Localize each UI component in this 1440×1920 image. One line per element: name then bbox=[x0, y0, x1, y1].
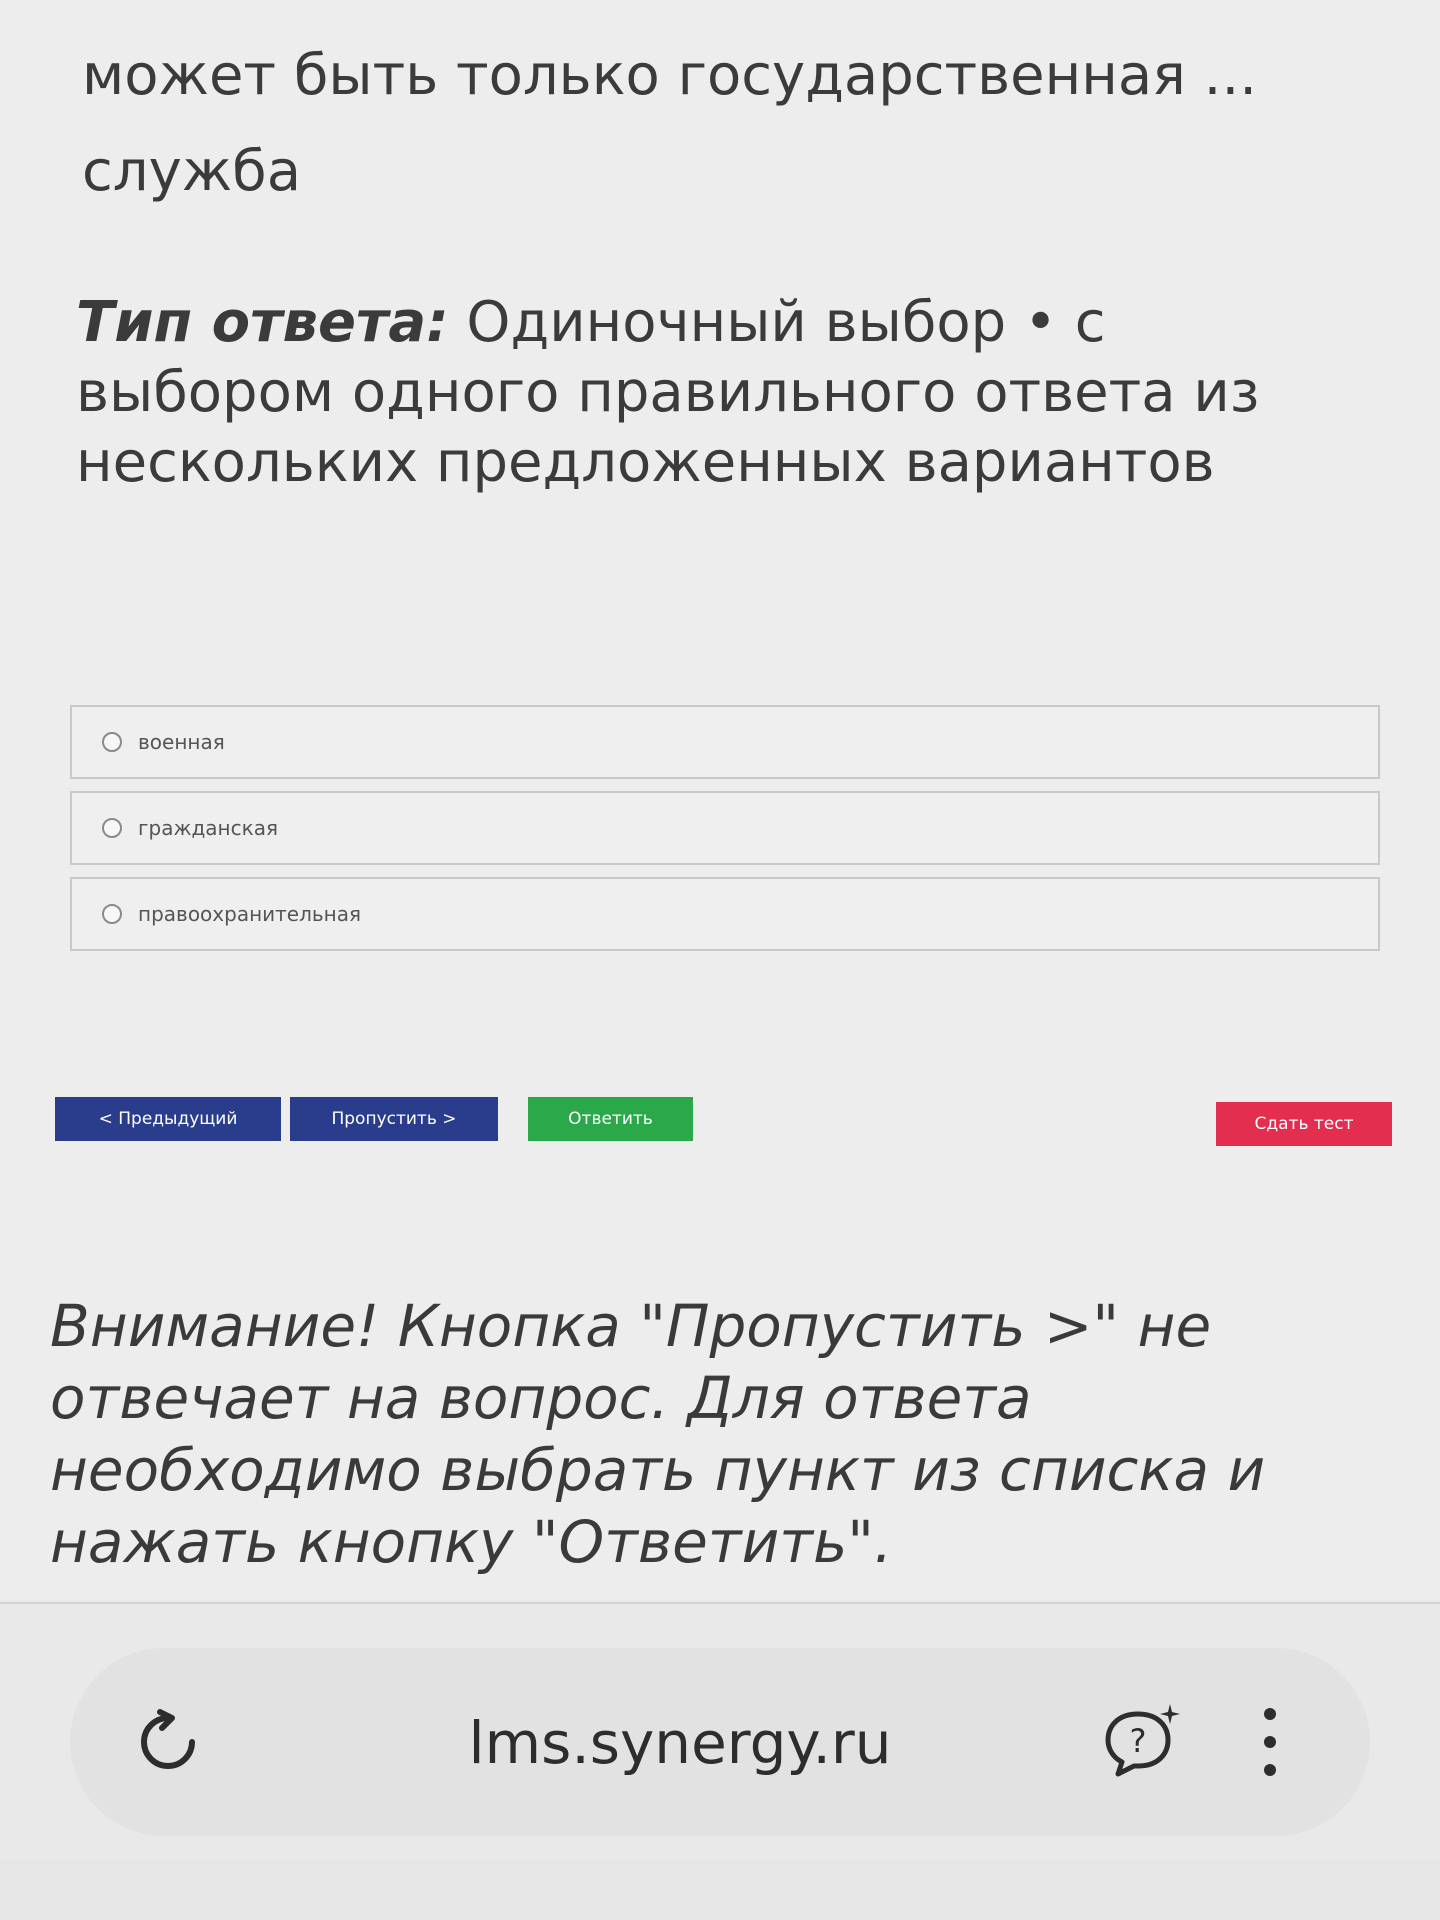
svg-text:?: ? bbox=[1130, 1722, 1147, 1760]
radio-icon[interactable] bbox=[102, 818, 122, 838]
radio-icon[interactable] bbox=[102, 732, 122, 752]
browser-address-bar: lms.synergy.ru ? bbox=[70, 1648, 1370, 1836]
option-law-enforcement[interactable]: правоохранительная bbox=[70, 877, 1380, 951]
help-icon[interactable]: ? bbox=[1098, 1698, 1186, 1786]
radio-icon[interactable] bbox=[102, 904, 122, 924]
url-text[interactable]: lms.synergy.ru bbox=[370, 1708, 990, 1778]
answer-options: военная гражданская правоохранительная bbox=[70, 705, 1380, 963]
previous-button[interactable]: < Предыдущий bbox=[55, 1097, 281, 1141]
warning-text: Внимание! Кнопка "Пропустить >" не отвеч… bbox=[50, 1292, 1266, 1576]
option-label: военная bbox=[138, 730, 225, 754]
reload-icon[interactable] bbox=[130, 1704, 206, 1780]
menu-icon[interactable] bbox=[1258, 1702, 1282, 1782]
system-nav-bar bbox=[0, 1860, 1440, 1920]
answer-button[interactable]: Ответить bbox=[528, 1097, 693, 1141]
question-line-2: служба bbox=[82, 139, 302, 204]
skip-button[interactable]: Пропустить > bbox=[290, 1097, 498, 1141]
answer-type-label: Тип ответа: bbox=[76, 290, 449, 355]
divider bbox=[0, 1602, 1440, 1604]
answer-type: Тип ответа: Одиночный выбор • с выбором … bbox=[76, 288, 1376, 498]
option-military[interactable]: военная bbox=[70, 705, 1380, 779]
quiz-page: может быть только государственная ... сл… bbox=[0, 0, 1440, 1600]
option-civil[interactable]: гражданская bbox=[70, 791, 1380, 865]
option-label: гражданская bbox=[138, 816, 278, 840]
option-label: правоохранительная bbox=[138, 902, 362, 926]
question-text: может быть только государственная ... сл… bbox=[82, 28, 1382, 220]
question-line-1: может быть только государственная ... bbox=[82, 43, 1258, 108]
submit-test-button[interactable]: Сдать тест bbox=[1216, 1102, 1392, 1146]
